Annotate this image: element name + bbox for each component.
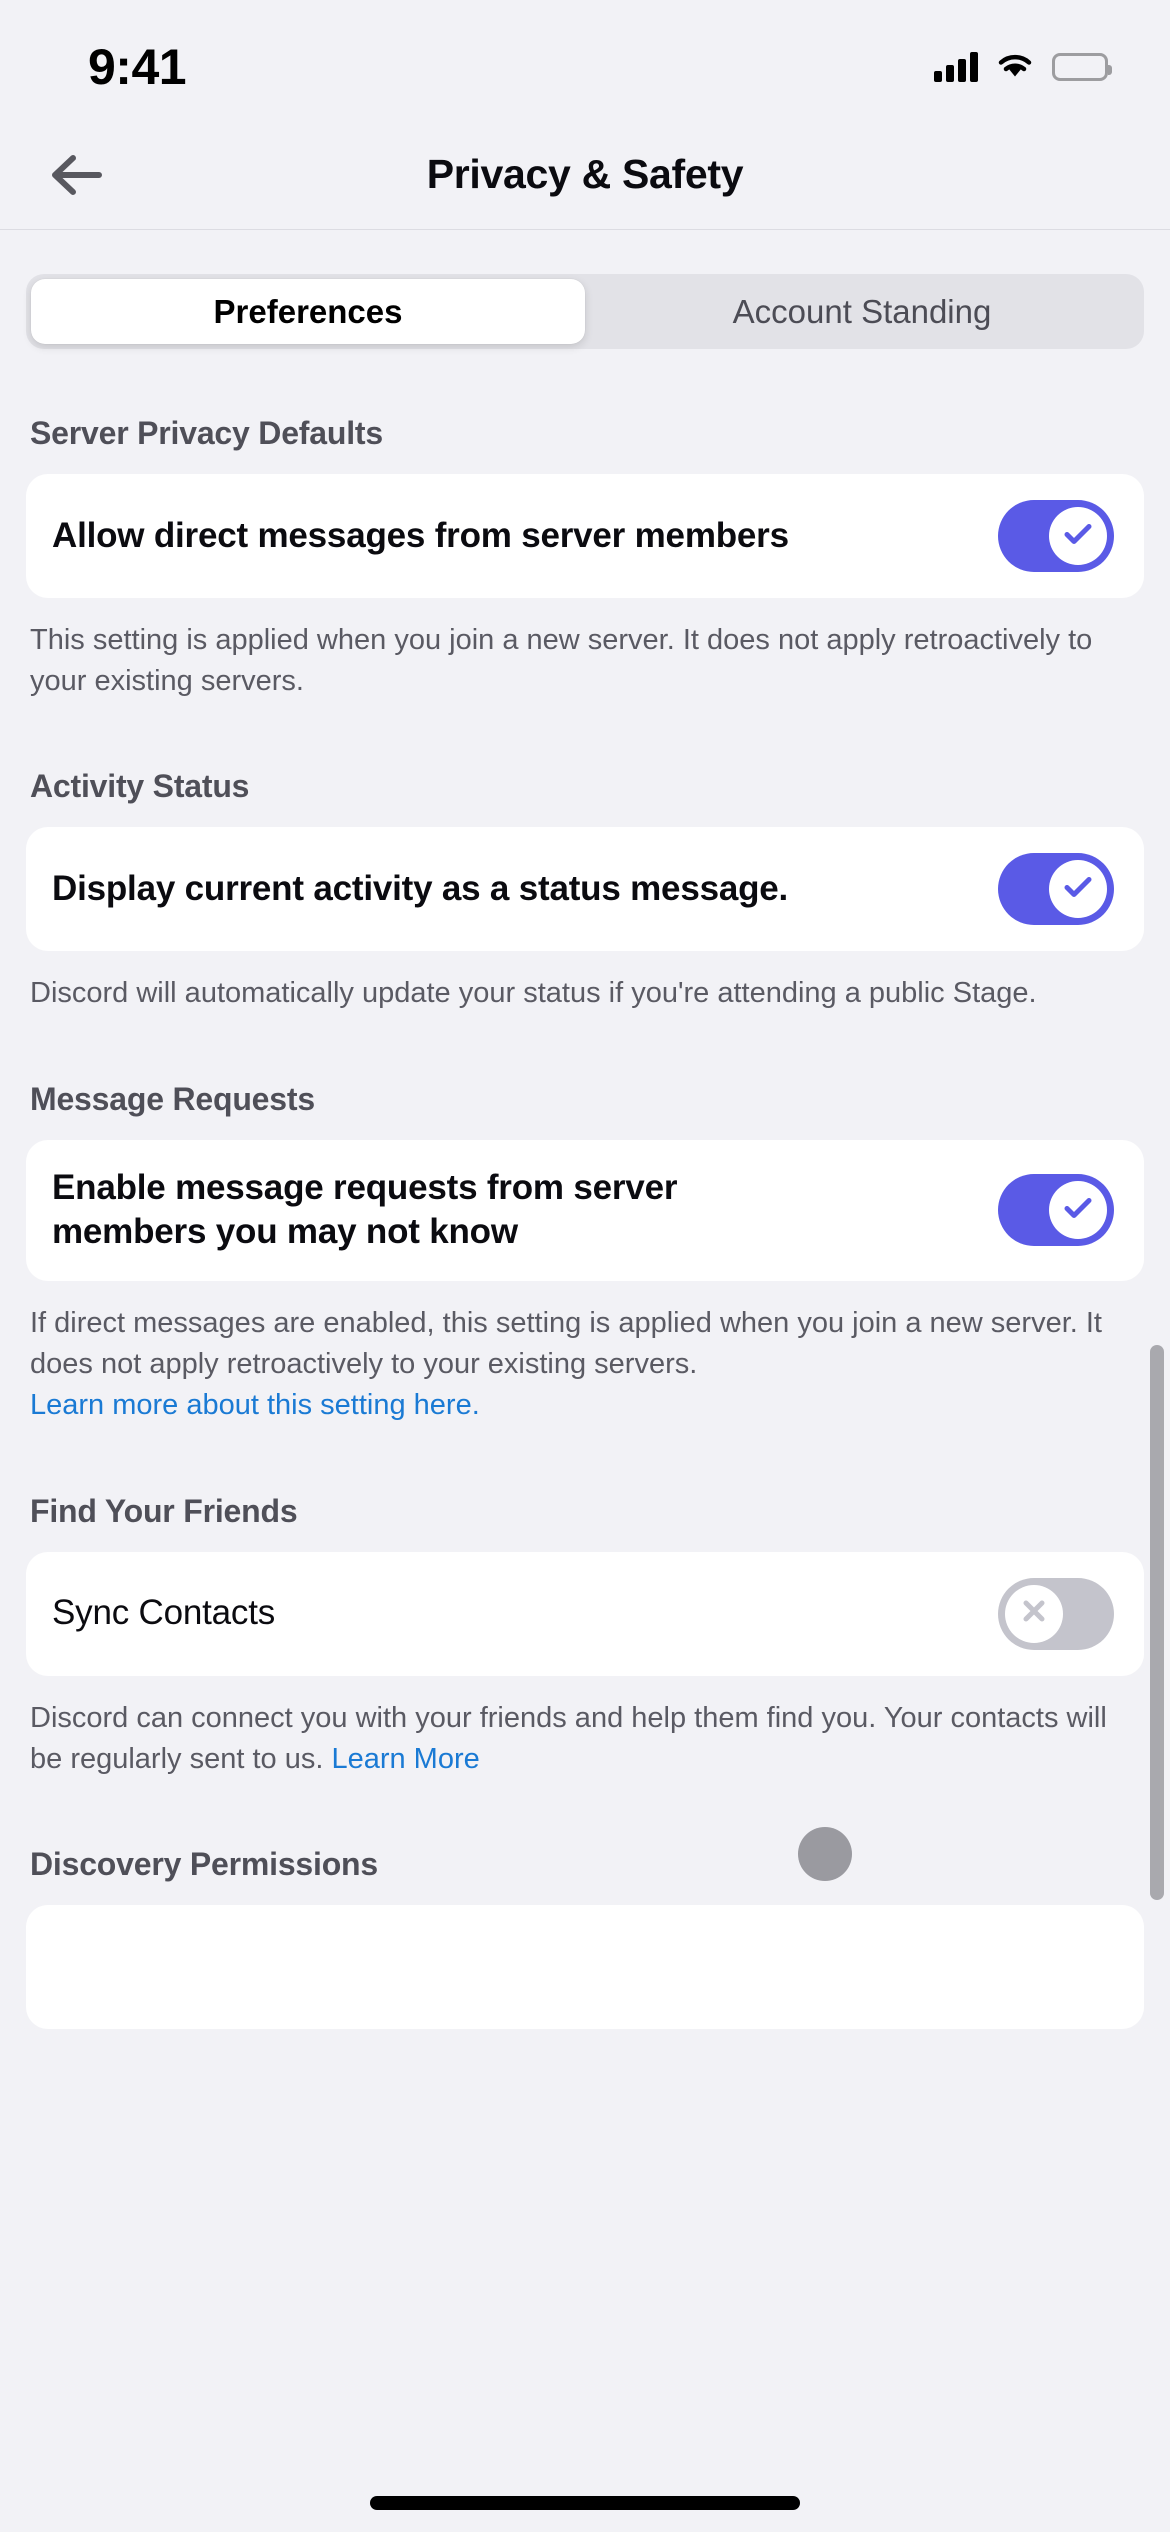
description-text: If direct messages are enabled, this set… [30,1307,1102,1381]
learn-more-link-message-requests[interactable]: Learn more about this setting here. [30,1385,1120,1426]
description-text: Discord can connect you with your friend… [30,1701,1107,1775]
status-bar-time: 9:41 [88,39,187,95]
close-x-icon [1020,1597,1048,1630]
wifi-icon [995,50,1035,85]
status-bar-icons [934,36,1112,85]
setting-description-sync-contacts: Discord can connect you with your friend… [30,1698,1120,1780]
section-header-find-your-friends: Find Your Friends [30,1492,298,1529]
toggle-message-requests[interactable] [998,1174,1114,1247]
back-button[interactable] [42,140,112,210]
checkmark-icon [1063,875,1093,904]
setting-row-activity-status[interactable]: Display current activity as a status mes… [26,827,1144,952]
setting-row-allow-dms[interactable]: Allow direct messages from server member… [26,474,1144,598]
setting-description-allow-dms: This setting is applied when you join a … [30,624,1093,698]
setting-label: Display current activity as a status mes… [52,868,789,908]
toggle-knob [1005,1584,1063,1643]
status-bar: 9:41 [0,0,1170,120]
setting-row-sync-contacts[interactable]: Sync Contacts [26,1551,1144,1676]
section-header-message-requests: Message Requests [30,1080,315,1117]
setting-row-discovery-permissions[interactable] [26,1904,1144,2029]
toggle-knob [1049,860,1107,919]
settings-list: Server Privacy Defaults Allow direct mes… [0,415,1170,2029]
learn-more-link-sync-contacts[interactable]: Learn More [331,1743,479,1775]
back-arrow-icon [49,152,105,198]
toggle-knob [1049,1181,1107,1240]
setting-label: Sync Contacts [52,1593,276,1633]
checkmark-icon [1063,1196,1093,1225]
setting-label: Enable message requests from server memb… [52,1167,678,1252]
navigation-bar: Privacy & Safety [0,120,1170,230]
toggle-sync-contacts[interactable] [998,1577,1114,1650]
toggle-knob [1049,507,1107,565]
tab-preferences[interactable]: Preferences [31,279,585,344]
section-header-activity-status: Activity Status [30,768,250,805]
home-indicator [370,2496,800,2510]
section-header-server-privacy-defaults: Server Privacy Defaults [30,415,383,451]
cellular-bars-icon [934,52,978,82]
touch-cursor-indicator [798,1827,852,1881]
toggle-activity-status[interactable] [998,853,1114,926]
page-title: Privacy & Safety [426,151,744,197]
section-header-discovery-permissions: Discovery Permissions [30,1845,378,1882]
battery-full-icon [1052,53,1112,81]
setting-description-message-requests: If direct messages are enabled, this set… [30,1303,1120,1427]
toggle-allow-dms[interactable] [998,500,1114,572]
vertical-scrollbar[interactable] [1150,1345,1164,1900]
tab-bar-container: Preferences Account Standing [0,230,1170,349]
tab-account-standing[interactable]: Account Standing [585,279,1139,344]
setting-row-message-requests[interactable]: Enable message requests from server memb… [26,1139,1144,1282]
checkmark-icon [1063,522,1093,551]
tab-bar: Preferences Account Standing [26,274,1144,349]
setting-description-activity-status: Discord will automatically update your s… [30,977,1037,1010]
setting-label: Allow direct messages from server member… [52,515,789,555]
